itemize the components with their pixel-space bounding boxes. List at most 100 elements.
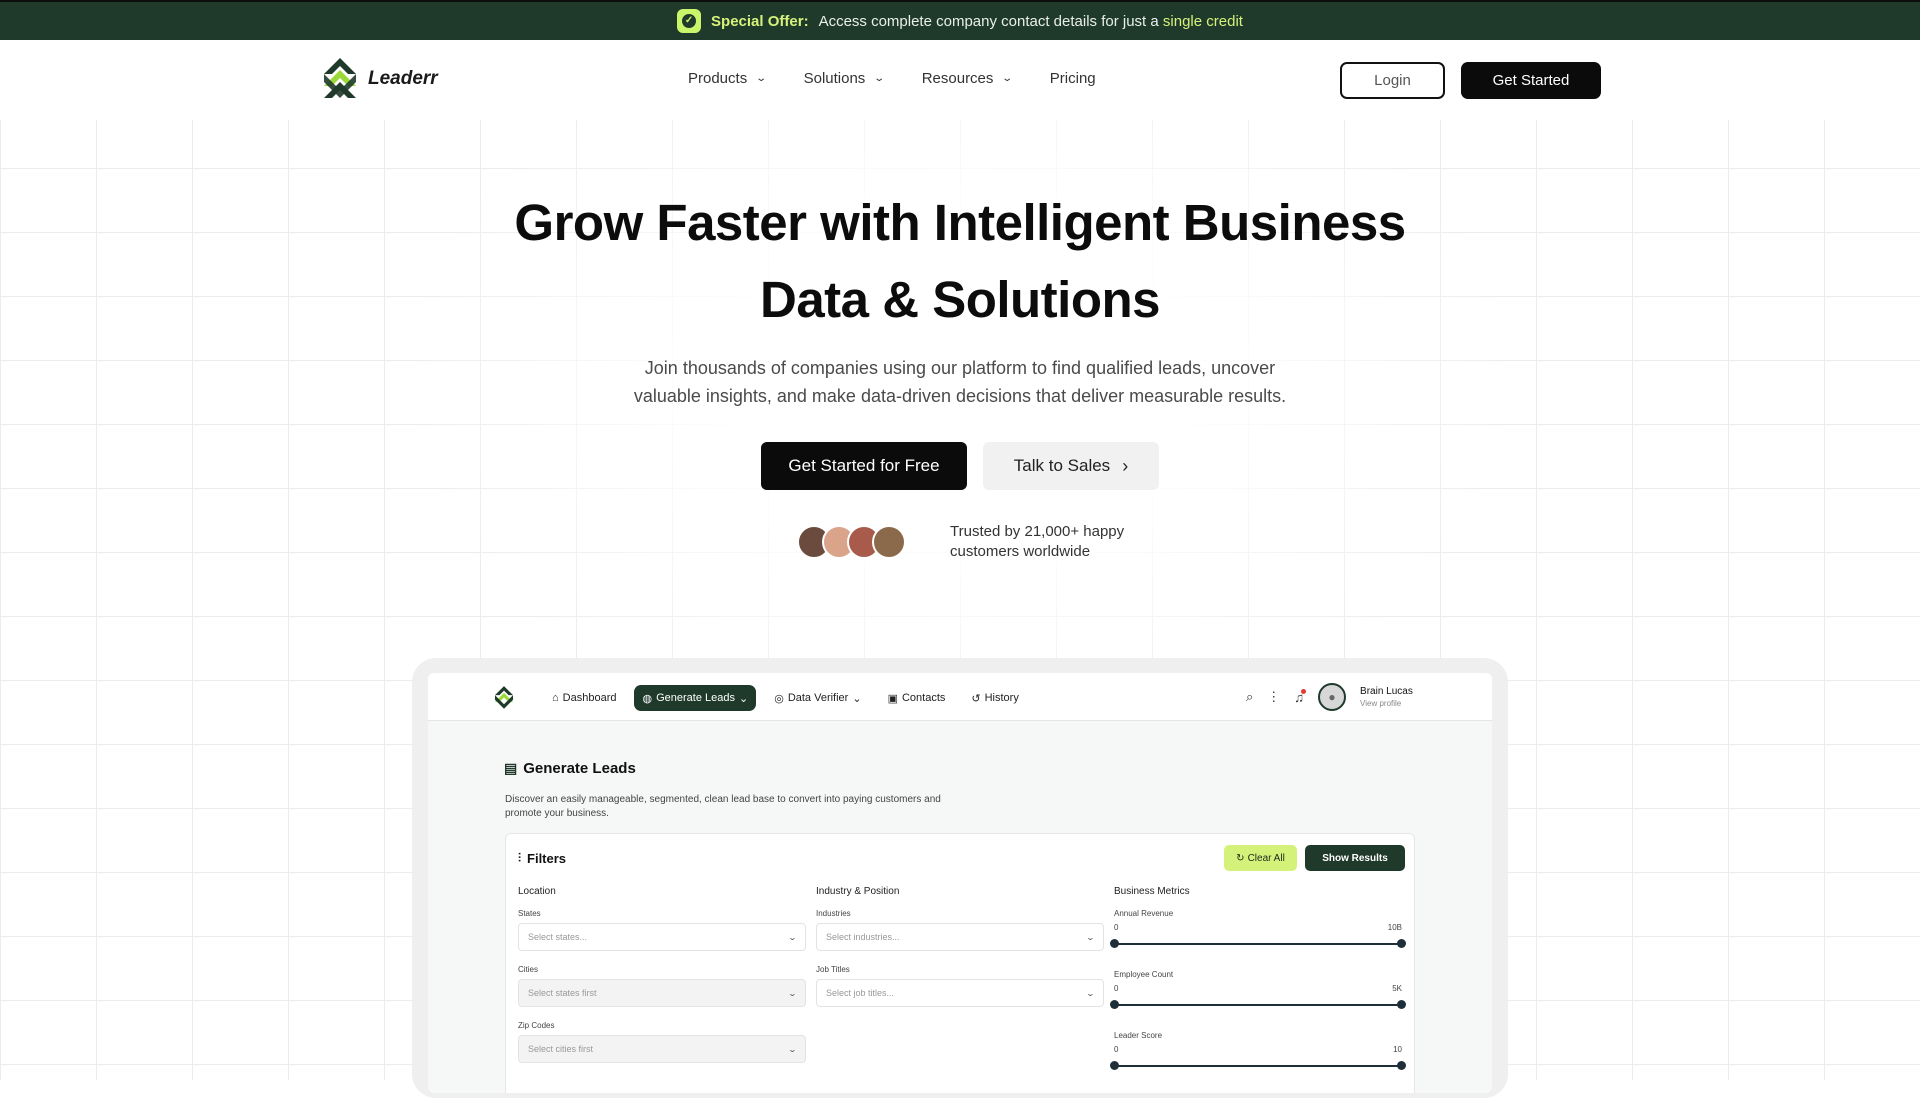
app-logo-icon[interactable]	[492, 685, 516, 716]
app-tab-dashboard[interactable]: ⌂ Dashboard	[544, 685, 624, 711]
promo-label: Special Offer:	[711, 12, 809, 30]
show-results-button[interactable]: Show Results	[1305, 845, 1405, 871]
leader-score-label: Leader Score	[1114, 1031, 1163, 1040]
page-title: ▤ Generate Leads	[504, 760, 636, 777]
menu-resources[interactable]: Resources ⌄	[922, 70, 1014, 87]
annual-revenue-label: Annual Revenue	[1114, 909, 1174, 918]
chevron-right-icon: ›	[1122, 455, 1129, 476]
trust-text: Trusted by 21,000+ happy customers world…	[950, 523, 1125, 560]
menu-pricing[interactable]: Pricing	[1050, 70, 1096, 87]
user-profile[interactable]: Brain Lucas View profile	[1360, 686, 1413, 709]
app-navbar: ⌂ Dashboard ◍ Generate Leads ⌄ ◎ Data Verifi…	[428, 673, 1492, 721]
home-icon: ⌂	[552, 692, 559, 704]
app-nav-actions: ⌕ ⋮ ♫ ● Brain Lucas View profile	[1246, 683, 1413, 711]
history-icon: ↺	[971, 692, 981, 705]
globe-icon: ◍	[642, 692, 653, 705]
score-min: 0	[1114, 1045, 1119, 1054]
job-titles-select[interactable]: Select job titles... ⌄	[816, 979, 1104, 1007]
filters-header: ⫶ Filters	[518, 851, 567, 866]
app-tab-data-verifier[interactable]: ◎ Data Verifier ⌄	[766, 685, 869, 711]
revenue-max: 10B	[1387, 923, 1402, 932]
menu-products[interactable]: Products ⌄	[688, 70, 768, 87]
check-circle-icon: ◎	[774, 692, 784, 705]
app-tab-history[interactable]: ↺ History	[963, 685, 1026, 711]
user-avatar[interactable]: ●	[1318, 683, 1347, 711]
leader-score-slider[interactable]: Leader Score 0 10	[1110, 1031, 1406, 1076]
chevron-down-icon: ⌄	[1085, 988, 1096, 998]
cities-label: Cities	[518, 965, 539, 974]
job-titles-label: Job Titles	[816, 965, 850, 974]
hero-subtitle: Join thousands of companies using our pl…	[633, 358, 1287, 406]
industry-filters: Industry & Position Industries Select in…	[816, 886, 1104, 1021]
slider-handle-min[interactable]	[1110, 939, 1119, 948]
employees-min: 0	[1114, 984, 1119, 993]
get-started-button[interactable]: Get Started	[1461, 62, 1601, 99]
building-icon: ▤	[504, 760, 518, 776]
sliders-icon: ⫶	[518, 851, 522, 865]
app-menu: ⌂ Dashboard ◍ Generate Leads ⌄ ◎ Data Verifi…	[544, 685, 1027, 711]
score-max: 10	[1393, 1045, 1402, 1054]
employee-count-label: Employee Count	[1114, 970, 1174, 979]
chevron-down-icon: ⌄	[852, 692, 862, 705]
chevron-down-icon: ⌄	[787, 1044, 798, 1054]
annual-revenue-slider[interactable]: Annual Revenue 0 10B	[1110, 909, 1406, 954]
slider-handle-min[interactable]	[1110, 1000, 1119, 1009]
promo-text: Access complete company contact details …	[818, 12, 1243, 30]
industries-select[interactable]: Select industries... ⌄	[816, 923, 1104, 951]
avatar	[872, 525, 906, 559]
leaderr-logo-icon	[324, 58, 356, 98]
slider-track	[1114, 1004, 1402, 1006]
chevron-down-icon: ⌄	[738, 692, 749, 705]
contacts-icon: ▣	[887, 692, 898, 705]
more-vertical-icon[interactable]: ⋮	[1267, 689, 1280, 705]
states-select[interactable]: Select states... ⌄	[518, 923, 806, 951]
menu-solutions[interactable]: Solutions ⌄	[804, 70, 886, 87]
app-tab-generate-leads[interactable]: ◍ Generate Leads ⌄	[634, 685, 757, 711]
page-description: Discover an easily manageable, segmented…	[505, 794, 941, 819]
slider-handle-max[interactable]	[1397, 939, 1406, 948]
employees-max: 5K	[1392, 984, 1402, 993]
check-badge-icon: ✓	[677, 9, 702, 33]
chevron-down-icon: ⌄	[787, 932, 798, 942]
business-metrics: Business Metrics Annual Revenue 0 10B Emp…	[1110, 886, 1406, 1092]
states-label: States	[518, 909, 541, 918]
chevron-down-icon: ⌄	[787, 988, 798, 998]
promo-highlight-link[interactable]: single credit	[1163, 13, 1243, 30]
chevron-down-icon: ⌄	[1001, 73, 1014, 84]
employee-count-slider[interactable]: Employee Count 0 5K	[1110, 970, 1406, 1015]
talk-to-sales-button[interactable]: Talk to Sales ›	[983, 442, 1159, 490]
main-menu: Products ⌄ Solutions ⌄ Resources ⌄ Pricing	[688, 70, 1096, 87]
slider-track	[1114, 1065, 1402, 1067]
location-filters: Location States Select states... ⌄ Cities…	[518, 886, 806, 1077]
clear-all-button[interactable]: ↻ Clear All	[1224, 845, 1297, 871]
filters-panel: ⫶ Filters ↻ Clear All Show Results Locati…	[505, 833, 1415, 1093]
get-started-free-button[interactable]: Get Started for Free	[761, 442, 967, 490]
chevron-down-icon: ⌄	[755, 73, 768, 84]
brand-logo[interactable]: Leaderr	[320, 56, 438, 102]
hero-title: Grow Faster with Intelligent Business Da…	[514, 194, 1406, 328]
zip-codes-label: Zip Codes	[518, 1021, 555, 1030]
slider-handle-min[interactable]	[1110, 1061, 1119, 1070]
revenue-min: 0	[1114, 923, 1119, 932]
slider-handle-max[interactable]	[1397, 1061, 1406, 1070]
search-icon[interactable]: ⌕	[1246, 689, 1253, 705]
notification-bell-icon[interactable]: ♫	[1294, 688, 1307, 705]
slider-track	[1114, 943, 1402, 945]
login-button[interactable]: Login	[1340, 62, 1445, 99]
top-navigation: Leaderr Products ⌄ Solutions ⌄ Resources ⌄ …	[0, 40, 1920, 120]
industry-title: Industry & Position	[816, 886, 900, 897]
refresh-icon: ↻	[1236, 852, 1245, 864]
location-title: Location	[518, 886, 556, 897]
promo-banner: ✓ Special Offer: Access complete company…	[0, 0, 1920, 40]
chevron-down-icon: ⌄	[873, 73, 886, 84]
cities-select[interactable]: Select states first ⌄	[518, 979, 806, 1007]
customer-avatars	[797, 525, 906, 559]
chevron-down-icon: ⌄	[1085, 932, 1096, 942]
industries-label: Industries	[816, 909, 851, 918]
zip-codes-select[interactable]: Select cities first ⌄	[518, 1035, 806, 1063]
metrics-title: Business Metrics	[1114, 886, 1190, 897]
brand-name: Leaderr	[368, 68, 438, 89]
slider-handle-max[interactable]	[1397, 1000, 1406, 1009]
app-tab-contacts[interactable]: ▣ Contacts	[880, 685, 954, 711]
app-preview: ⌂ Dashboard ◍ Generate Leads ⌄ ◎ Data Verifi…	[428, 673, 1492, 1093]
